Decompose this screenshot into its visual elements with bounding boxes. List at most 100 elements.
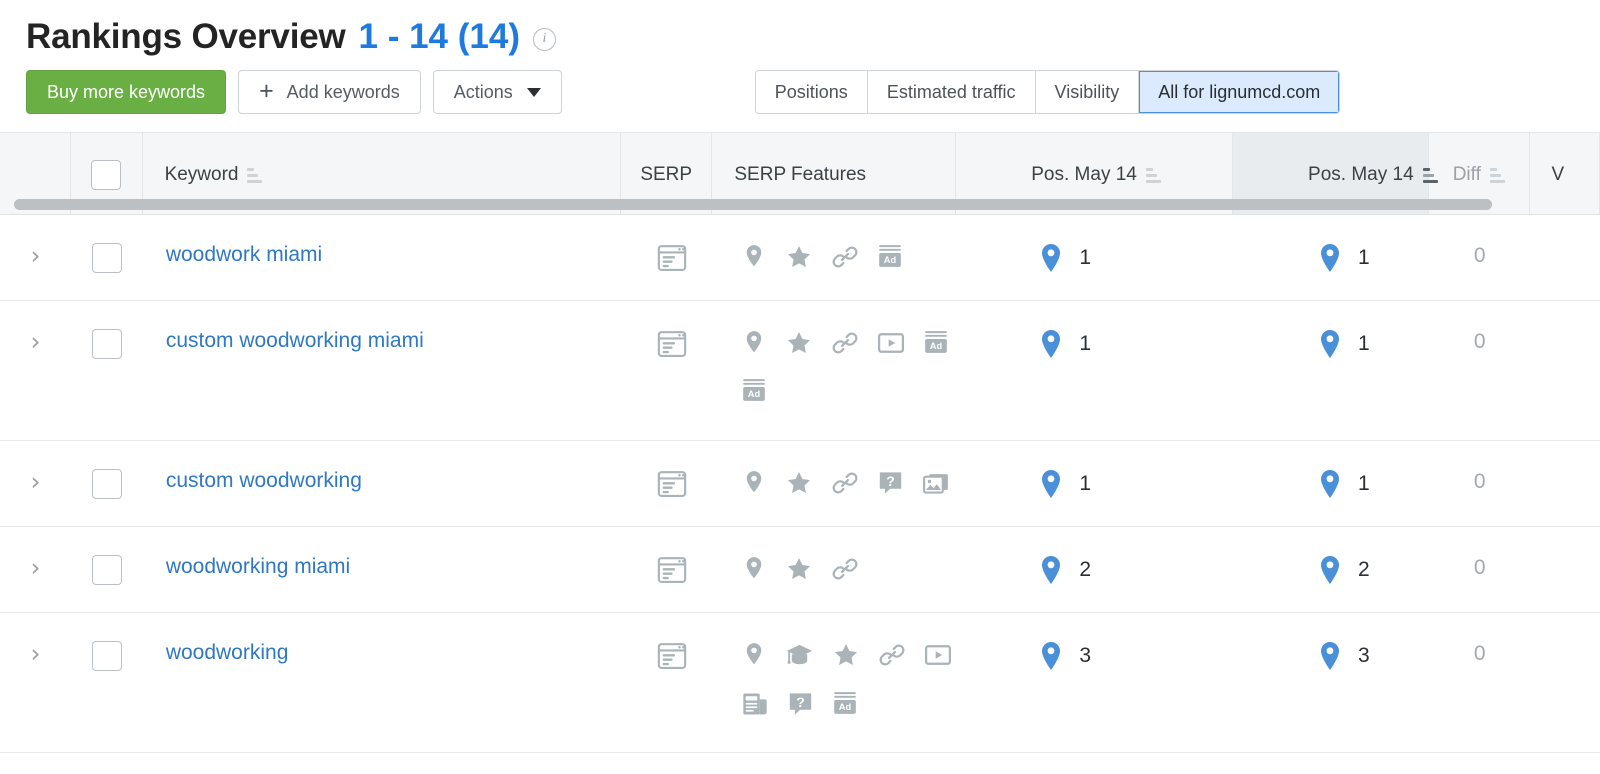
add-keywords-button[interactable]: + Add keywords	[238, 70, 421, 114]
diff-value: 0	[1474, 555, 1486, 580]
link-icon[interactable]	[831, 555, 859, 589]
link-icon[interactable]	[878, 641, 906, 676]
keyword-cell: woodwork miami	[144, 215, 627, 300]
serp-features-cell: ?	[719, 441, 965, 526]
row-select-cell	[72, 527, 144, 612]
pos-1-value: 1	[1079, 332, 1091, 356]
ad-top-icon[interactable]: Ad	[877, 243, 903, 277]
pos-1-cell: 1	[964, 301, 1243, 440]
image-pack-icon[interactable]	[922, 469, 950, 503]
chevron-right-icon[interactable]: ›	[30, 469, 40, 494]
row-checkbox[interactable]	[92, 641, 122, 671]
faq-icon[interactable]: ?	[877, 469, 904, 503]
row-checkbox[interactable]	[92, 329, 122, 359]
scholar-icon[interactable]	[785, 641, 814, 676]
serp-page-icon[interactable]	[657, 469, 687, 499]
star-icon[interactable]	[785, 555, 813, 589]
pos-2-value: 1	[1358, 332, 1370, 356]
serp-features-icon-list: Ad Ad	[741, 329, 964, 409]
tab-all-for-domain-label: All for lignumcd.com	[1158, 82, 1320, 103]
table-row[interactable]: ›woodworking miami220	[0, 527, 1600, 613]
map-pin-icon[interactable]	[741, 555, 767, 589]
serp-cell	[626, 527, 718, 612]
keyword-link[interactable]: woodwork miami	[166, 243, 322, 266]
ad-bottom-icon[interactable]: Ad	[741, 377, 767, 409]
volume-partial-cell	[1531, 215, 1600, 300]
horizontal-scrollbar[interactable]	[14, 199, 1492, 210]
map-pin-icon[interactable]	[741, 641, 767, 676]
tab-positions[interactable]: Positions	[756, 71, 868, 113]
rankings-table: Keyword SERP SERP Features Pos. May 14 P…	[0, 132, 1600, 753]
row-select-cell	[72, 613, 144, 752]
row-checkbox[interactable]	[92, 469, 122, 499]
video-icon[interactable]	[877, 329, 905, 363]
tab-visibility[interactable]: Visibility	[1036, 71, 1140, 113]
table-row[interactable]: ›woodwork miamiAd110	[0, 215, 1600, 301]
keyword-link[interactable]: custom woodworking	[166, 469, 362, 492]
tab-estimated-traffic-label: Estimated traffic	[887, 82, 1016, 103]
row-select-cell	[72, 441, 144, 526]
position-value: 3	[1039, 641, 1091, 671]
keyword-link[interactable]: woodworking	[166, 641, 289, 664]
serp-page-icon[interactable]	[657, 555, 687, 585]
keyword-cell: custom woodworking miami	[144, 301, 627, 440]
position-value: 2	[1039, 555, 1091, 585]
pos-1-cell: 1	[964, 215, 1243, 300]
map-pin-icon[interactable]	[741, 329, 767, 363]
row-checkbox[interactable]	[92, 243, 122, 273]
serp-features-icon-list: ? Ad	[741, 641, 964, 724]
pos-2-value: 3	[1358, 644, 1370, 668]
row-expand-cell: ›	[0, 215, 72, 300]
tab-positions-label: Positions	[775, 82, 848, 103]
row-select-cell	[72, 215, 144, 300]
link-icon[interactable]	[831, 469, 859, 503]
select-all-checkbox[interactable]	[91, 160, 121, 190]
serp-page-icon[interactable]	[657, 329, 687, 359]
table-row[interactable]: ›custom woodworking miamiAdAd110	[0, 301, 1600, 441]
serp-page-icon[interactable]	[657, 243, 687, 273]
serp-page-icon[interactable]	[657, 641, 687, 671]
row-checkbox[interactable]	[92, 555, 122, 585]
keyword-link[interactable]: woodworking miami	[166, 555, 350, 578]
sort-icon-active[interactable]	[1423, 168, 1438, 183]
diff-value: 0	[1474, 243, 1486, 268]
map-pin-icon[interactable]	[741, 469, 767, 503]
svg-text:?: ?	[886, 473, 895, 489]
chevron-right-icon[interactable]: ›	[30, 243, 40, 268]
tab-all-for-domain[interactable]: All for lignumcd.com	[1139, 71, 1339, 113]
buy-more-keywords-button[interactable]: Buy more keywords	[26, 70, 226, 114]
video-icon[interactable]	[924, 641, 952, 676]
pos-2-cell: 1	[1243, 301, 1430, 440]
position-value: 1	[1039, 329, 1091, 359]
ad-top-icon[interactable]: Ad	[923, 329, 949, 363]
star-icon[interactable]	[785, 243, 813, 277]
tab-estimated-traffic[interactable]: Estimated traffic	[868, 71, 1036, 113]
link-icon[interactable]	[831, 243, 859, 277]
ad-top-icon[interactable]: Ad	[832, 690, 858, 724]
info-icon[interactable]: i	[533, 28, 556, 51]
table-row[interactable]: ›custom woodworking?110	[0, 441, 1600, 527]
keyword-link[interactable]: custom woodworking miami	[166, 329, 424, 352]
star-icon[interactable]	[785, 329, 813, 363]
table-row[interactable]: ›woodworking?Ad330	[0, 613, 1600, 753]
row-expand-cell: ›	[0, 301, 72, 440]
faq-icon[interactable]: ?	[787, 690, 814, 724]
volume-partial-cell	[1531, 441, 1600, 526]
svg-text:Ad: Ad	[747, 389, 760, 399]
svg-text:Ad: Ad	[883, 255, 896, 265]
news-icon[interactable]	[741, 690, 769, 724]
sort-icon[interactable]	[247, 168, 262, 183]
position-value: 1	[1039, 243, 1091, 273]
map-pin-icon[interactable]	[741, 243, 767, 277]
link-icon[interactable]	[831, 329, 859, 363]
chevron-right-icon[interactable]: ›	[30, 555, 40, 580]
sort-icon[interactable]	[1146, 168, 1161, 183]
svg-text:Ad: Ad	[929, 341, 942, 351]
chevron-right-icon[interactable]: ›	[30, 329, 40, 354]
star-icon[interactable]	[832, 641, 860, 676]
chevron-right-icon[interactable]: ›	[30, 641, 40, 666]
column-header-volume-partial[interactable]: V	[1530, 133, 1600, 214]
actions-dropdown-button[interactable]: Actions	[433, 70, 562, 114]
sort-icon[interactable]	[1490, 168, 1505, 183]
star-icon[interactable]	[785, 469, 813, 503]
